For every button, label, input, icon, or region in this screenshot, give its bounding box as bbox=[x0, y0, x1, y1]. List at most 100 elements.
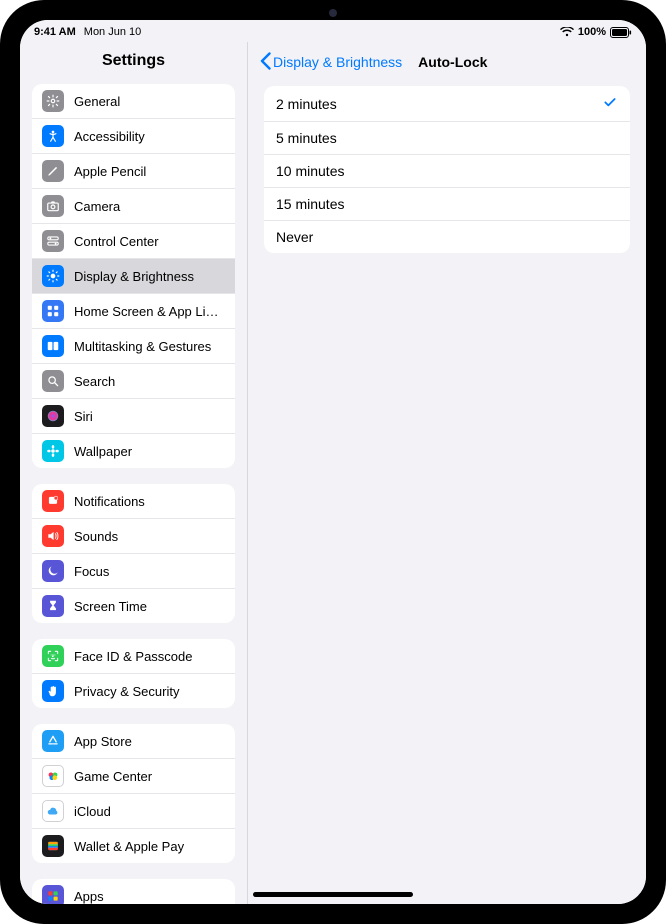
chevron-left-icon bbox=[260, 52, 271, 73]
sidebar-item-camera[interactable]: Camera bbox=[32, 188, 235, 223]
sidebar-item-icloud[interactable]: iCloud bbox=[32, 793, 235, 828]
wallet-icon bbox=[42, 835, 64, 857]
option-label: 2 minutes bbox=[276, 96, 337, 112]
sidebar-item-label: Multitasking & Gestures bbox=[74, 339, 225, 354]
sidebar-group: App Store Game Center iCloud Wallet & Apple… bbox=[32, 724, 235, 863]
sidebar-item-label: iCloud bbox=[74, 804, 225, 819]
switches-icon bbox=[42, 230, 64, 252]
auto-lock-option[interactable]: Never bbox=[264, 220, 630, 253]
appstore-icon bbox=[42, 730, 64, 752]
siri-icon bbox=[42, 405, 64, 427]
sidebar-item-label: Apple Pencil bbox=[74, 164, 225, 179]
screen: 9:41 AM Mon Jun 10 100% Settings General… bbox=[20, 20, 646, 904]
gamecenter-icon bbox=[42, 765, 64, 787]
sidebar-group: Notifications Sounds Focus Screen Time bbox=[32, 484, 235, 623]
camera-icon bbox=[42, 195, 64, 217]
hourglass-icon bbox=[42, 595, 64, 617]
sidebar-item-label: Screen Time bbox=[74, 599, 225, 614]
sidebar-item-face-id-passcode[interactable]: Face ID & Passcode bbox=[32, 639, 235, 673]
detail-title: Auto-Lock bbox=[418, 54, 487, 70]
status-right: 100% bbox=[560, 26, 632, 38]
sidebar-item-label: Game Center bbox=[74, 769, 225, 784]
split-view: Settings General Accessibility Apple Penci… bbox=[20, 42, 646, 904]
battery-icon bbox=[610, 27, 632, 38]
apps-icon bbox=[42, 885, 64, 904]
sidebar-item-sounds[interactable]: Sounds bbox=[32, 518, 235, 553]
device-frame: 9:41 AM Mon Jun 10 100% Settings General… bbox=[0, 0, 666, 924]
sidebar-group: Face ID & Passcode Privacy & Security bbox=[32, 639, 235, 708]
sidebar-item-accessibility[interactable]: Accessibility bbox=[32, 118, 235, 153]
auto-lock-option[interactable]: 10 minutes bbox=[264, 154, 630, 187]
sidebar-item-game-center[interactable]: Game Center bbox=[32, 758, 235, 793]
sidebar-item-wallet-apple-pay[interactable]: Wallet & Apple Pay bbox=[32, 828, 235, 863]
hand-icon bbox=[42, 680, 64, 702]
wifi-icon bbox=[560, 27, 574, 37]
option-label: 5 minutes bbox=[276, 130, 337, 146]
status-bar: 9:41 AM Mon Jun 10 100% bbox=[20, 20, 646, 42]
speaker-icon bbox=[42, 525, 64, 547]
sidebar-item-screen-time[interactable]: Screen Time bbox=[32, 588, 235, 623]
sidebar-item-general[interactable]: General bbox=[32, 84, 235, 118]
grid-icon bbox=[42, 300, 64, 322]
auto-lock-option[interactable]: 2 minutes bbox=[264, 86, 630, 121]
option-label: 15 minutes bbox=[276, 196, 344, 212]
sidebar-item-label: App Store bbox=[74, 734, 225, 749]
sidebar-group: General Accessibility Apple Pencil Camera Co… bbox=[32, 84, 235, 468]
detail-header: Display & Brightness Auto-Lock bbox=[248, 42, 646, 82]
sidebar-item-label: Search bbox=[74, 374, 225, 389]
faceid-icon bbox=[42, 645, 64, 667]
sidebar-item-label: Wallet & Apple Pay bbox=[74, 839, 225, 854]
auto-lock-option[interactable]: 15 minutes bbox=[264, 187, 630, 220]
sidebar-item-privacy-security[interactable]: Privacy & Security bbox=[32, 673, 235, 708]
sidebar-title: Settings bbox=[20, 42, 247, 78]
status-left: 9:41 AM Mon Jun 10 bbox=[34, 26, 141, 38]
checkmark-icon bbox=[602, 94, 618, 113]
back-label: Display & Brightness bbox=[273, 54, 402, 70]
option-label: 10 minutes bbox=[276, 163, 344, 179]
sidebar-item-label: General bbox=[74, 94, 225, 109]
flower-icon bbox=[42, 440, 64, 462]
auto-lock-option[interactable]: 5 minutes bbox=[264, 121, 630, 154]
sidebar-item-label: Accessibility bbox=[74, 129, 225, 144]
sidebar-item-siri[interactable]: Siri bbox=[32, 398, 235, 433]
sidebar-item-control-center[interactable]: Control Center bbox=[32, 223, 235, 258]
sidebar-item-label: Focus bbox=[74, 564, 225, 579]
sidebar-item-display-brightness[interactable]: Display & Brightness bbox=[32, 258, 235, 293]
sidebar-item-label: Siri bbox=[74, 409, 225, 424]
sidebar-list[interactable]: General Accessibility Apple Pencil Camera Co… bbox=[20, 78, 247, 904]
sidebar-item-search[interactable]: Search bbox=[32, 363, 235, 398]
bell-icon bbox=[42, 490, 64, 512]
option-label: Never bbox=[276, 229, 313, 245]
figure-icon bbox=[42, 125, 64, 147]
sidebar-item-home-screen-app-library[interactable]: Home Screen & App Library bbox=[32, 293, 235, 328]
sidebar-group: Apps bbox=[32, 879, 235, 904]
sidebar-item-label: Camera bbox=[74, 199, 225, 214]
sidebar-item-apple-pencil[interactable]: Apple Pencil bbox=[32, 153, 235, 188]
sun-icon bbox=[42, 265, 64, 287]
detail-body: 2 minutes 5 minutes 10 minutes 15 minutes Ne… bbox=[248, 82, 646, 257]
sidebar-item-label: Sounds bbox=[74, 529, 225, 544]
sidebar-item-notifications[interactable]: Notifications bbox=[32, 484, 235, 518]
sidebar-item-label: Face ID & Passcode bbox=[74, 649, 225, 664]
pencil-icon bbox=[42, 160, 64, 182]
battery-percent: 100% bbox=[578, 26, 606, 38]
sidebar-item-label: Control Center bbox=[74, 234, 225, 249]
moon-icon bbox=[42, 560, 64, 582]
sidebar-item-label: Notifications bbox=[74, 494, 225, 509]
sidebar-item-app-store[interactable]: App Store bbox=[32, 724, 235, 758]
sidebar-item-label: Wallpaper bbox=[74, 444, 225, 459]
back-button[interactable]: Display & Brightness bbox=[260, 52, 402, 73]
rects-icon bbox=[42, 335, 64, 357]
front-camera bbox=[329, 9, 337, 17]
sidebar-item-label: Privacy & Security bbox=[74, 684, 225, 699]
options-list: 2 minutes 5 minutes 10 minutes 15 minutes Ne… bbox=[264, 86, 630, 253]
home-indicator[interactable] bbox=[253, 892, 413, 897]
sidebar-item-apps[interactable]: Apps bbox=[32, 879, 235, 904]
status-time: 9:41 AM bbox=[34, 26, 76, 38]
sidebar-item-multitasking-gestures[interactable]: Multitasking & Gestures bbox=[32, 328, 235, 363]
sidebar-item-wallpaper[interactable]: Wallpaper bbox=[32, 433, 235, 468]
gear-icon bbox=[42, 90, 64, 112]
sidebar-item-label: Home Screen & App Library bbox=[74, 304, 225, 319]
sidebar-item-focus[interactable]: Focus bbox=[32, 553, 235, 588]
sidebar-item-label: Apps bbox=[74, 889, 225, 904]
